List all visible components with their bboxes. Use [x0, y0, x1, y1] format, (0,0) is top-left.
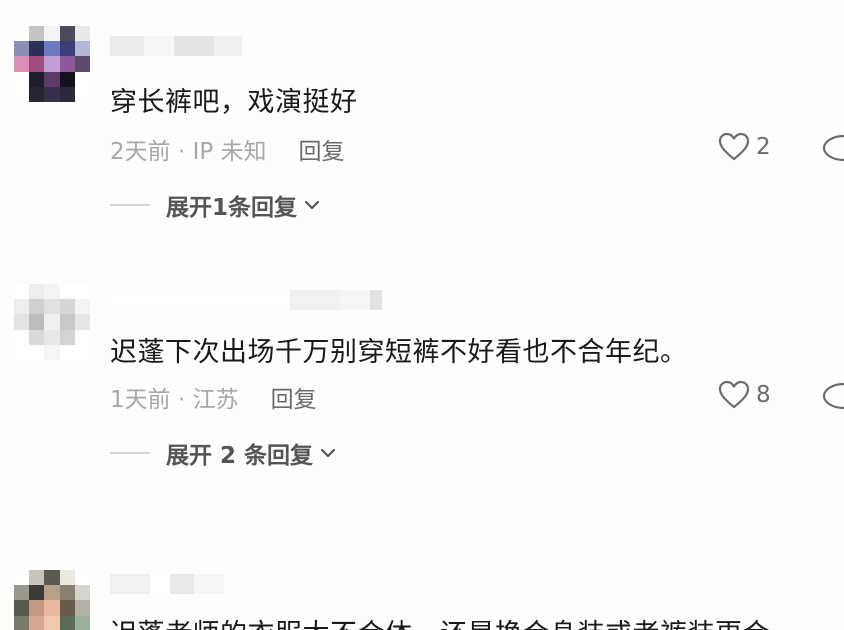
like-button[interactable]: 2 — [718, 132, 771, 162]
comment-time-location: 1天前 · 江苏 — [110, 387, 239, 413]
partial-icon[interactable] — [820, 380, 844, 412]
expand-replies-button[interactable]: 展开1条回复 — [110, 188, 321, 222]
comment-text: 迟蓬下次出场千万别穿短裤不好看也不合年纪。 — [110, 337, 688, 368]
divider-dash — [110, 452, 150, 454]
username-blurred[interactable] — [110, 36, 242, 56]
avatar[interactable] — [14, 284, 90, 360]
reply-button[interactable]: 回复 — [299, 132, 345, 166]
comment-list: 穿长裤吧，戏演挺好 2天前 · IP 未知 回复 2 展开1条回复 迟蓬下次出场… — [0, 0, 844, 630]
chevron-down-icon — [320, 448, 336, 458]
comment-meta: 1天前 · 江苏 回复 — [110, 380, 317, 414]
expand-replies-label: 展开 2 条回复 — [166, 443, 314, 469]
like-count: 2 — [756, 134, 771, 160]
divider-dash — [110, 204, 150, 206]
comment-time-location: 2天前 · IP 未知 — [110, 139, 267, 165]
comment-meta: 2天前 · IP 未知 回复 — [110, 132, 345, 166]
reply-button[interactable]: 回复 — [271, 380, 317, 414]
like-button[interactable]: 8 — [718, 380, 771, 410]
heart-outline-icon — [718, 132, 750, 161]
comment-text: 迟蓬老师的衣服太不合体，还是换合身装或者裤装更合 — [110, 612, 770, 630]
heart-outline-icon — [718, 380, 750, 409]
chevron-down-icon — [304, 200, 320, 210]
expand-replies-label: 展开1条回复 — [166, 195, 298, 221]
expand-replies-button[interactable]: 展开 2 条回复 — [110, 436, 337, 470]
partial-icon[interactable] — [820, 132, 844, 164]
username-blurred[interactable] — [110, 574, 224, 594]
username-blurred[interactable] — [110, 290, 382, 310]
comment-text: 穿长裤吧，戏演挺好 — [110, 87, 358, 118]
avatar[interactable] — [14, 570, 90, 630]
avatar[interactable] — [14, 26, 90, 102]
like-count: 8 — [756, 382, 771, 408]
